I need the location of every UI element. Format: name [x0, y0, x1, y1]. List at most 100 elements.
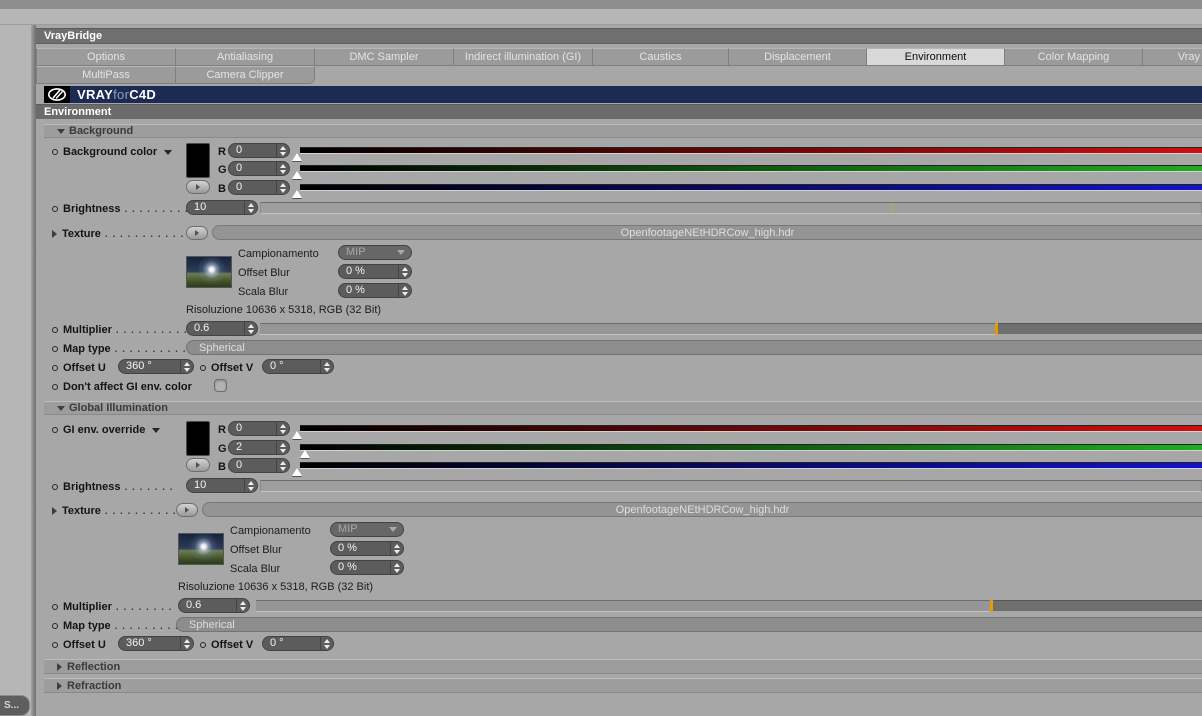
r-slider-handle-icon[interactable] — [292, 431, 302, 439]
r-value-field[interactable]: 0 — [228, 143, 290, 158]
param-bullet-icon — [200, 642, 206, 648]
scala-blur-field[interactable]: 0 % — [330, 560, 404, 575]
stepper-icon[interactable] — [390, 542, 403, 555]
collapse-closed-icon[interactable] — [52, 507, 57, 515]
tab-caustics[interactable]: Caustics — [593, 48, 729, 66]
stepper-icon[interactable] — [320, 360, 333, 373]
multiplier-slider-track-right[interactable] — [998, 323, 1202, 335]
stepper-icon[interactable] — [244, 322, 257, 335]
status-tab-button[interactable]: S... — [0, 695, 30, 716]
brightness-field[interactable]: 10 — [186, 478, 258, 493]
section-header-refraction[interactable]: Refraction — [44, 678, 1202, 693]
stepper-icon[interactable] — [180, 360, 193, 373]
g-slider-handle-icon[interactable] — [292, 171, 302, 179]
status-tab-label: S... — [4, 700, 20, 711]
stepper-icon[interactable] — [244, 479, 257, 492]
tab-displacement[interactable]: Displacement — [729, 48, 867, 66]
r-gradient-slider[interactable] — [300, 147, 1202, 154]
r-slider-handle-icon[interactable] — [292, 153, 302, 161]
section-header-reflection[interactable]: Reflection — [44, 659, 1202, 674]
multiplier-slider-track[interactable] — [260, 323, 995, 335]
color-swatch[interactable] — [186, 421, 210, 456]
stepper-icon[interactable] — [236, 599, 249, 612]
map-type-dropdown[interactable]: Spherical — [176, 617, 1202, 632]
g-slider-handle-icon[interactable] — [300, 450, 310, 458]
tab-camera-clipper[interactable]: Camera Clipper — [176, 66, 315, 84]
stepper-icon[interactable] — [276, 181, 289, 194]
section-header-background[interactable]: Background — [44, 124, 1202, 138]
tab-vray[interactable]: Vray — [1143, 48, 1202, 66]
multiplier-slider-track[interactable] — [256, 600, 990, 612]
tab-environment[interactable]: Environment — [867, 48, 1005, 66]
stepper-icon[interactable] — [244, 201, 257, 214]
g-gradient-slider[interactable] — [300, 165, 1202, 172]
g-gradient-slider[interactable] — [300, 444, 1202, 451]
texture-expand-button[interactable] — [176, 503, 198, 517]
brightness-field[interactable]: 10 — [186, 200, 258, 215]
sampling-label: Campionamento — [230, 525, 311, 537]
tab-options[interactable]: Options — [36, 48, 176, 66]
multiplier-slider-track-right[interactable] — [993, 600, 1202, 612]
texture-file-field[interactable]: OpenfootageNEtHDRCow_high.hdr — [212, 225, 1202, 240]
chevron-down-icon[interactable] — [152, 427, 161, 433]
r-gradient-slider[interactable] — [300, 425, 1202, 432]
b-gradient-slider[interactable] — [300, 462, 1202, 469]
tab-color-mapping[interactable]: Color Mapping — [1005, 48, 1143, 66]
texture-preview-thumbnail[interactable] — [178, 533, 224, 565]
color-expand-button[interactable] — [186, 180, 210, 194]
scala-blur-field[interactable]: 0 % — [338, 283, 412, 298]
b-value-field[interactable]: 0 — [228, 458, 290, 473]
tab-multipass[interactable]: MultiPass — [36, 66, 176, 84]
tab-indirect-illumination[interactable]: Indirect illumination (GI) — [454, 48, 593, 66]
stepper-icon[interactable] — [276, 441, 289, 454]
g-value-field[interactable]: 2 — [228, 440, 290, 455]
stepper-icon[interactable] — [276, 459, 289, 472]
offset-u-field[interactable]: 360 ° — [118, 636, 194, 651]
texture-file-field[interactable]: OpenfootageNEtHDRCow_high.hdr — [202, 502, 1202, 517]
multiplier-field[interactable]: 0.6 — [178, 598, 250, 613]
stepper-icon[interactable] — [180, 637, 193, 650]
chevron-down-icon[interactable] — [164, 149, 173, 155]
brightness-slider-track[interactable] — [260, 480, 1202, 492]
stepper-icon[interactable] — [276, 422, 289, 435]
dont-affect-checkbox[interactable] — [214, 379, 227, 392]
brightness-slider-track[interactable] — [260, 202, 1202, 214]
param-bullet-icon — [52, 206, 58, 212]
texture-filename: OpenfootageNEtHDRCow_high.hdr — [615, 503, 790, 516]
stepper-icon[interactable] — [398, 284, 411, 297]
sampling-dropdown[interactable]: MIP — [330, 522, 404, 537]
multiplier-field[interactable]: 0.6 — [186, 321, 258, 336]
texture-expand-button[interactable] — [186, 226, 208, 240]
sampling-dropdown[interactable]: MIP — [338, 245, 412, 260]
label-text: Multiplier — [63, 601, 112, 613]
dialog-titlebar[interactable]: VrayBridge — [36, 28, 1202, 44]
param-bullet-icon — [200, 365, 206, 371]
field-value: 0 ° — [270, 637, 284, 649]
texture-preview-thumbnail[interactable] — [186, 256, 232, 288]
section-header-global-illumination[interactable]: Global Illumination — [44, 401, 1202, 415]
b-value-field[interactable]: 0 — [228, 180, 290, 195]
stepper-icon[interactable] — [276, 144, 289, 157]
r-value-field[interactable]: 0 — [228, 421, 290, 436]
offset-blur-field[interactable]: 0 % — [330, 541, 404, 556]
texture-filename: OpenfootageNEtHDRCow_high.hdr — [620, 226, 795, 239]
collapse-closed-icon[interactable] — [52, 230, 57, 238]
offset-u-field[interactable]: 360 ° — [118, 359, 194, 374]
color-swatch[interactable] — [186, 143, 210, 178]
g-value-field[interactable]: 0 — [228, 161, 290, 176]
stepper-icon[interactable] — [320, 637, 333, 650]
stepper-icon[interactable] — [390, 561, 403, 574]
b-gradient-slider[interactable] — [300, 184, 1202, 191]
offset-v-field[interactable]: 0 ° — [262, 636, 334, 651]
offset-blur-field[interactable]: 0 % — [338, 264, 412, 279]
stepper-icon[interactable] — [398, 265, 411, 278]
b-slider-handle-icon[interactable] — [292, 190, 302, 198]
b-slider-handle-icon[interactable] — [292, 468, 302, 476]
tab-dmc-sampler[interactable]: DMC Sampler — [315, 48, 454, 66]
map-type-dropdown[interactable]: Spherical — [186, 340, 1202, 355]
tab-antialiasing[interactable]: Antialiasing — [176, 48, 315, 66]
color-expand-button[interactable] — [186, 458, 210, 472]
stepper-icon[interactable] — [276, 162, 289, 175]
offset-v-field[interactable]: 0 ° — [262, 359, 334, 374]
window-top-strip — [0, 0, 1202, 9]
